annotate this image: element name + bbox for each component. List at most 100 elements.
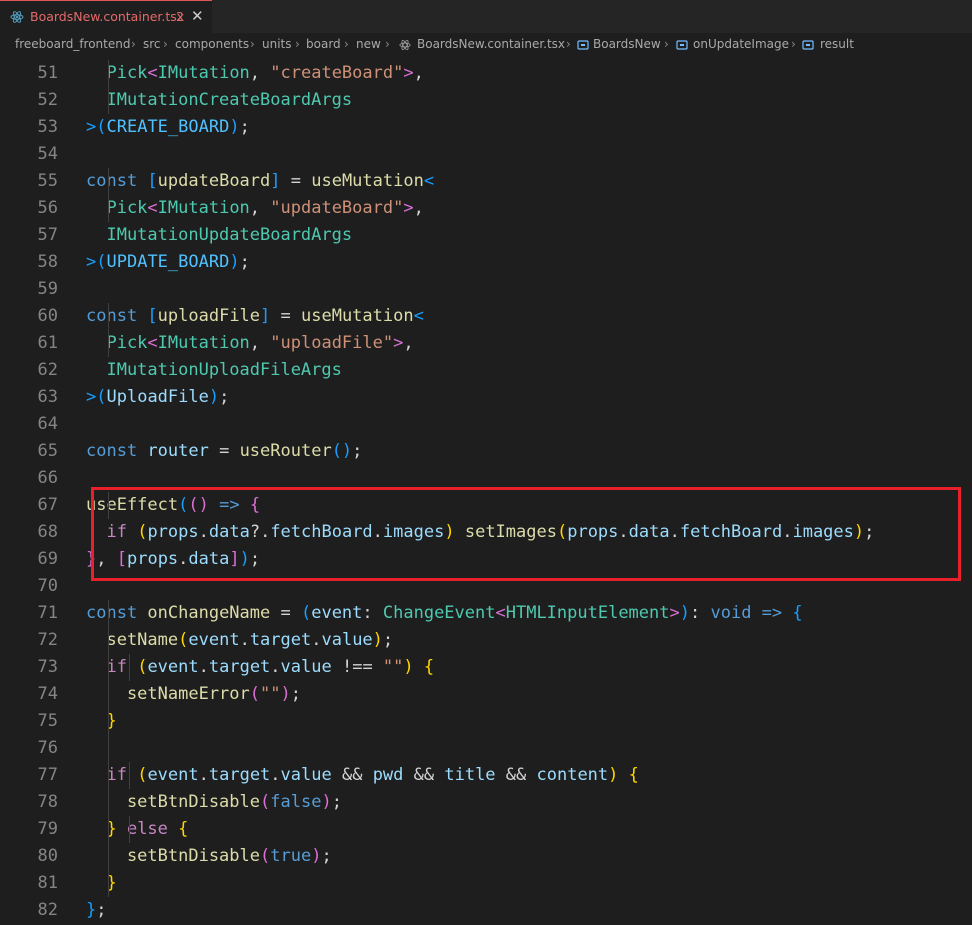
code-token: >: [669, 603, 680, 623]
code-token: .: [270, 657, 281, 677]
code-line: IMutationUpdateBoardArgs: [86, 222, 352, 249]
line-number: 57: [37, 225, 58, 245]
code-token: "": [260, 684, 281, 704]
breadcrumb-item[interactable]: result: [820, 37, 854, 51]
code-token: <: [413, 306, 424, 326]
code-token: "": [382, 657, 404, 677]
code-token: =>: [751, 603, 793, 623]
code-token: >: [86, 387, 97, 407]
code-line: >(UploadFile);: [86, 384, 229, 411]
code-token: IMutationUpdateBoardArgs: [86, 225, 353, 245]
code-token: }: [86, 900, 97, 920]
code-token: setName: [86, 630, 179, 650]
line-number: 62: [37, 360, 58, 380]
tab-boardsnew-container[interactable]: BoardsNew.container.tsx 2 ✕: [0, 0, 212, 33]
code-token: ): [321, 792, 332, 812]
code-token: Pick: [86, 198, 148, 218]
code-token: ,: [249, 63, 271, 83]
code-line: IMutationCreateBoardArgs: [86, 87, 352, 114]
code-line: const router = useRouter();: [86, 438, 362, 465]
code-line: Pick<IMutation, "createBoard">,: [86, 60, 423, 87]
code-token: {: [628, 765, 639, 785]
code-token: (): [331, 441, 353, 461]
indent-guide: [129, 654, 130, 681]
variable-icon: [802, 40, 814, 50]
line-number: 74: [37, 684, 58, 704]
code-token: content: [536, 765, 609, 785]
code-line: if (event.target.value && pwd && title &…: [86, 762, 639, 789]
code-token: !==: [331, 657, 383, 677]
code-token: }: [86, 711, 117, 731]
code-token: event: [147, 765, 199, 785]
close-icon[interactable]: ✕: [191, 7, 204, 25]
code-token: pwd: [372, 765, 404, 785]
breadcrumb-item[interactable]: BoardsNew.container.tsx: [417, 37, 565, 51]
chevron-right-icon: ›: [664, 37, 669, 51]
breadcrumb-item[interactable]: src: [143, 37, 161, 51]
code-token: ;: [321, 846, 332, 866]
code-token: >: [403, 63, 414, 83]
code-token: ): [608, 765, 619, 785]
variable-icon: [577, 40, 589, 50]
code-token: ): [229, 252, 240, 272]
code-token: >: [393, 333, 404, 353]
code-token: const: [86, 441, 148, 461]
code-token: (: [178, 630, 189, 650]
code-token: (: [137, 657, 148, 677]
code-token: :: [362, 603, 383, 623]
code-token: ,: [413, 198, 424, 218]
breadcrumb-item[interactable]: components: [175, 37, 249, 51]
code-token: IMutationUploadFileArgs: [86, 360, 342, 380]
code-token: {: [423, 657, 435, 677]
code-token: event: [188, 630, 240, 650]
line-number: 54: [37, 144, 58, 164]
breadcrumb-item[interactable]: new: [356, 37, 381, 51]
code-token: target: [208, 657, 271, 677]
breadcrumb-item[interactable]: units: [262, 37, 292, 51]
code-token: ]: [260, 306, 271, 326]
variable-icon: [676, 40, 688, 50]
code-token: ,: [249, 333, 271, 353]
code-token: const: [86, 306, 148, 326]
code-token: updateBoard: [157, 171, 271, 191]
code-line: if (event.target.value !== "") {: [86, 654, 434, 681]
code-token: ;: [290, 684, 301, 704]
code-token: const: [86, 603, 148, 623]
code-token: CREATE_BOARD: [106, 117, 230, 137]
code-token: useRouter: [239, 441, 332, 461]
code-token: =: [270, 603, 301, 623]
chevron-right-icon: ›: [250, 37, 255, 51]
line-number: 63: [37, 387, 58, 407]
breadcrumb-item[interactable]: freeboard_frontend: [15, 37, 130, 51]
code-token: ;: [239, 117, 250, 137]
breadcrumb-item[interactable]: board: [306, 37, 341, 51]
indent-guide: [129, 816, 130, 843]
line-number: 78: [37, 792, 58, 812]
line-number: 60: [37, 306, 58, 326]
breadcrumb-item[interactable]: BoardsNew: [593, 37, 661, 51]
highlight-box: [91, 487, 961, 581]
line-number: 61: [37, 333, 58, 353]
code-token: useMutation: [311, 171, 424, 191]
line-number: 80: [37, 846, 58, 866]
line-number: 82: [37, 900, 58, 920]
code-token: value: [321, 630, 373, 650]
code-token: IMutation: [157, 63, 250, 83]
code-token: IMutation: [157, 198, 250, 218]
chevron-right-icon: ›: [163, 37, 168, 51]
code-token: (: [249, 684, 261, 704]
code-token: HTMLInputElement: [505, 603, 670, 623]
line-number: 69: [37, 549, 58, 569]
breadcrumb-item[interactable]: onUpdateImage: [693, 37, 789, 51]
chevron-right-icon: ›: [295, 37, 300, 51]
code-token: ;: [331, 792, 342, 812]
code-line: Pick<IMutation, "uploadFile">,: [86, 330, 413, 357]
code-token: }: [86, 819, 117, 839]
line-number: 51: [37, 63, 58, 83]
code-token: ): [679, 603, 690, 623]
code-token: .: [198, 765, 209, 785]
code-token: setBtnDisable: [86, 846, 260, 866]
code-line: const onChangeName = (event: ChangeEvent…: [86, 600, 803, 627]
problem-count-badge: 2: [176, 9, 184, 24]
code-token: false: [270, 792, 322, 812]
